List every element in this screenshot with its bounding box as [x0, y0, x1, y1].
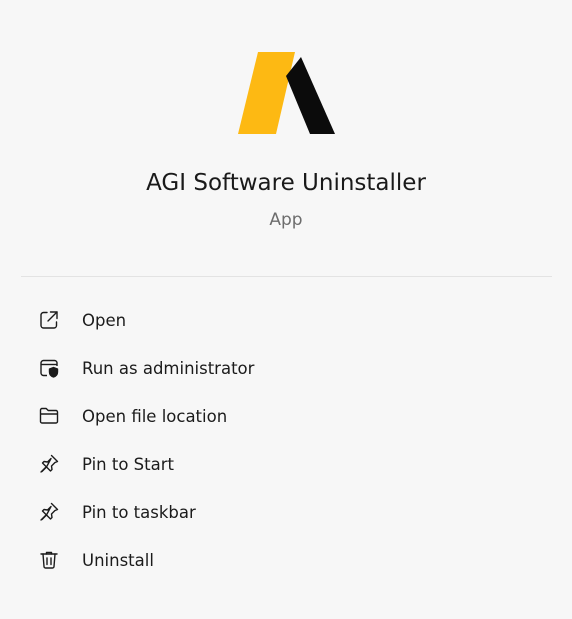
menu-item-label: Uninstall — [82, 550, 154, 570]
divider — [21, 276, 552, 277]
menu-item-open-file-location[interactable]: Open file location — [22, 392, 550, 440]
app-type-label: App — [269, 210, 303, 230]
menu-item-pin-to-start[interactable]: Pin to Start — [22, 440, 550, 488]
pin-icon — [38, 453, 60, 475]
menu-item-label: Run as administrator — [82, 358, 255, 378]
trash-icon — [38, 549, 60, 571]
shield-admin-icon — [38, 357, 60, 379]
folder-icon — [38, 405, 60, 427]
app-name: AGI Software Uninstaller — [146, 170, 426, 196]
app-context-panel: AGI Software Uninstaller App Open Run as… — [0, 0, 572, 619]
menu-item-uninstall[interactable]: Uninstall — [22, 536, 550, 584]
open-external-icon — [38, 309, 60, 331]
context-menu: Open Run as administrator Open file loca… — [22, 296, 550, 584]
menu-item-pin-to-taskbar[interactable]: Pin to taskbar — [22, 488, 550, 536]
menu-item-label: Open file location — [82, 406, 228, 426]
menu-item-open[interactable]: Open — [22, 296, 550, 344]
pin-icon — [38, 501, 60, 523]
menu-item-label: Pin to Start — [82, 454, 174, 474]
menu-item-label: Open — [82, 310, 127, 330]
agi-logo-icon — [238, 52, 336, 136]
menu-item-run-as-administrator[interactable]: Run as administrator — [22, 344, 550, 392]
menu-item-label: Pin to taskbar — [82, 502, 196, 522]
